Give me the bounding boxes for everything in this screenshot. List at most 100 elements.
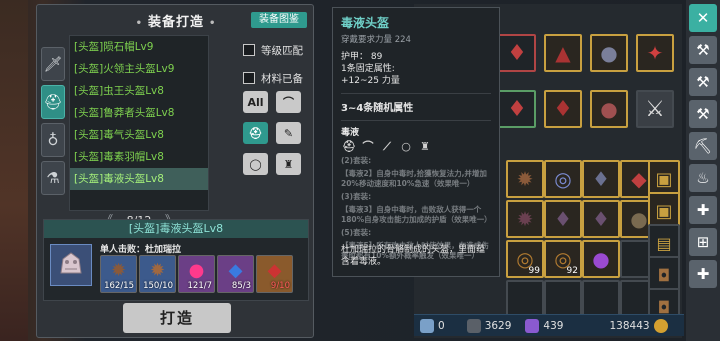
filter-helmet-button[interactable]: ⛑ bbox=[243, 122, 268, 144]
inventory-slot[interactable]: ♦ bbox=[582, 200, 620, 238]
tab-helmet[interactable]: ⛑ bbox=[41, 85, 65, 119]
set-bonus-line: 【毒液3】自身中毒时，击败敌人获得一个180%自身攻击能力加成的护盾（效果唯一） bbox=[341, 205, 492, 224]
band-icon: ◯ bbox=[249, 157, 262, 171]
filter-band-button[interactable]: ◯ bbox=[243, 153, 268, 175]
materials-ready-checkbox[interactable]: 材料已备 bbox=[243, 67, 303, 89]
helmet-preview-icon bbox=[50, 244, 92, 286]
toolbar-button[interactable]: ⊞ bbox=[689, 228, 717, 256]
helmet-icon: ⛑ bbox=[43, 93, 63, 111]
inventory-slot[interactable] bbox=[506, 280, 544, 318]
hammer-plus-icon: ⊞ bbox=[696, 233, 710, 251]
list-item[interactable]: [头盔]鲁莽者头盔Lv8 bbox=[70, 102, 208, 124]
crafting-panel: • 装备打造 • 装备图鉴 🗡 ⛑ ♁ ⚗ [头盔]陨石帽Lv9 [头盔]火领主头盔… bbox=[36, 4, 314, 338]
tab-weapon[interactable]: 🗡 bbox=[41, 47, 65, 81]
tab-potion[interactable]: ⚗ bbox=[41, 161, 65, 195]
list-item[interactable]: [头盔]火领主头盔Lv9 bbox=[70, 58, 208, 80]
checkbox-icon bbox=[243, 72, 255, 84]
toolbar-button[interactable]: ⚒ bbox=[689, 68, 717, 96]
toolbar-button[interactable]: ⛏ bbox=[689, 132, 717, 160]
inventory-slot[interactable]: ♦ bbox=[582, 160, 620, 198]
boots-icon: ▲ bbox=[555, 41, 571, 65]
armor-icon: ♦ bbox=[554, 207, 572, 231]
scroll-icon: ▤ bbox=[656, 233, 672, 253]
armor-icon: ♦ bbox=[507, 40, 527, 66]
list-item[interactable]: [头盔]虫王头盔Lv8 bbox=[70, 80, 208, 102]
fur-icon: ✹ bbox=[516, 207, 534, 231]
list-item[interactable]: [头盔]毒气头盔Lv8 bbox=[70, 124, 208, 146]
fur-icon: ✹ bbox=[516, 167, 534, 191]
craft-button[interactable]: 打造 bbox=[123, 303, 231, 333]
toolbar-button[interactable]: ⚒ bbox=[689, 100, 717, 128]
inventory-slot[interactable]: ◎ 99 bbox=[506, 240, 544, 278]
ring-icon: ◎ bbox=[554, 167, 572, 191]
inventory-slot[interactable]: ✹ bbox=[506, 160, 544, 198]
inventory-slot[interactable]: ♦ bbox=[544, 90, 582, 128]
inventory-slot[interactable]: ● bbox=[590, 34, 628, 72]
wand-icon: ⟋ bbox=[383, 140, 391, 153]
close-button[interactable]: ✕ bbox=[689, 4, 717, 32]
inventory-slot[interactable]: ♦ bbox=[498, 90, 536, 128]
toolbar-button[interactable]: ♨ bbox=[689, 164, 717, 192]
inventory-slot[interactable]: ● bbox=[590, 90, 628, 128]
category-tabs: 🗡 ⛑ ♁ ⚗ bbox=[41, 47, 65, 199]
forge-icon: ♨ bbox=[696, 169, 710, 187]
material-slot[interactable]: ◆ 9/10 bbox=[256, 255, 293, 293]
set-bonus-line: (3)套装: bbox=[341, 192, 372, 201]
chest-icon: ▣ bbox=[655, 168, 673, 190]
toolbar-button[interactable]: ✚ bbox=[689, 196, 717, 224]
material-slot[interactable]: ✹ 162/15 bbox=[100, 255, 137, 293]
filter-feather-button[interactable]: ✎ bbox=[276, 122, 301, 144]
inventory-slot[interactable]: ♦ bbox=[544, 200, 582, 238]
ring-icon: ○ bbox=[401, 140, 411, 153]
material-slot[interactable]: ● 121/7 bbox=[178, 255, 215, 293]
toolbar-button[interactable]: ⚒ bbox=[689, 36, 717, 64]
anvil-icon: ⚒ bbox=[696, 73, 710, 91]
armor-icon: ♦ bbox=[592, 167, 610, 191]
inventory-slot[interactable]: ◎ 92 bbox=[544, 240, 582, 278]
helmet-icon: ⛑ bbox=[342, 140, 356, 153]
filter-crown-button[interactable]: ♜ bbox=[276, 153, 301, 175]
filter-all-button[interactable]: All bbox=[243, 91, 268, 113]
sword-icon: ⚔ bbox=[645, 96, 665, 122]
type-filters: All ⌒ ⛑ ✎ ◯ ♜ bbox=[243, 91, 301, 184]
recipe-detail: [头盔]毒液头盔Lv8 单人击败：杜加瑞拉 ✹ 162/15 ✹ 150/10 ● 1… bbox=[43, 219, 309, 301]
armor-icon: ♦ bbox=[592, 207, 610, 231]
list-item[interactable]: [头盔]陨石帽Lv9 bbox=[70, 36, 208, 58]
equipment-atlas-button[interactable]: 装备图鉴 bbox=[251, 12, 307, 28]
background-scene-edge bbox=[0, 0, 28, 341]
filter-hat-button[interactable]: ⌒ bbox=[276, 91, 301, 113]
crown-icon: ♜ bbox=[283, 157, 294, 171]
currency-item: 439 bbox=[525, 318, 563, 333]
wand-currency-icon bbox=[420, 318, 434, 333]
inventory-slot[interactable] bbox=[582, 280, 620, 318]
fixed-attr-value: +12~25 力量 bbox=[341, 76, 400, 86]
list-item[interactable]: [头盔]毒素羽帽Lv8 bbox=[70, 146, 208, 168]
inventory-slot[interactable]: ▲ bbox=[544, 34, 582, 72]
hammer-icon: ⚒ bbox=[696, 105, 710, 123]
material-slot[interactable]: ✹ 150/10 bbox=[139, 255, 176, 293]
checkbox-icon bbox=[243, 44, 255, 56]
inventory-slot[interactable] bbox=[544, 280, 582, 318]
armor-label: 护甲： bbox=[341, 52, 369, 62]
material-slot[interactable]: ◆ 85/3 bbox=[217, 255, 254, 293]
crystal-icon: ◆ bbox=[228, 260, 243, 281]
list-item-selected[interactable]: [头盔]毒液头盔Lv8 bbox=[70, 168, 208, 190]
checkbox-label: 材料已备 bbox=[261, 72, 303, 85]
currency-bar: 0 3629 439 138443 bbox=[414, 314, 684, 336]
set-bonus-line: 【毒液2】自身中毒时,拾獲恢复法力,并增加20%移动速度和10%急速（效果唯一） bbox=[341, 169, 487, 188]
inventory-slot[interactable]: ● bbox=[582, 240, 620, 278]
inventory-slot[interactable]: ✦ bbox=[636, 34, 674, 72]
armor-icon: ♦ bbox=[553, 96, 573, 122]
inventory-slot[interactable]: ♦ bbox=[498, 34, 536, 72]
toolbar-button[interactable]: ✚ bbox=[689, 260, 717, 288]
item-stats: 护甲： 89 1条固定属性: +12~25 力量 bbox=[341, 51, 491, 87]
inventory-slot[interactable]: ✹ bbox=[506, 200, 544, 238]
materials-source: 单人击败：杜加瑞拉 bbox=[100, 245, 182, 255]
boots-icon: ♜ bbox=[420, 140, 430, 153]
level-match-checkbox[interactable]: 等级匹配 bbox=[243, 39, 303, 61]
inventory-slot[interactable]: ⚔ bbox=[636, 90, 674, 128]
inventory-slot[interactable]: ◎ bbox=[544, 160, 582, 198]
currency-item: 138443 bbox=[609, 318, 671, 333]
checkbox-label: 等级匹配 bbox=[261, 44, 303, 57]
tab-necklace[interactable]: ♁ bbox=[41, 123, 65, 157]
